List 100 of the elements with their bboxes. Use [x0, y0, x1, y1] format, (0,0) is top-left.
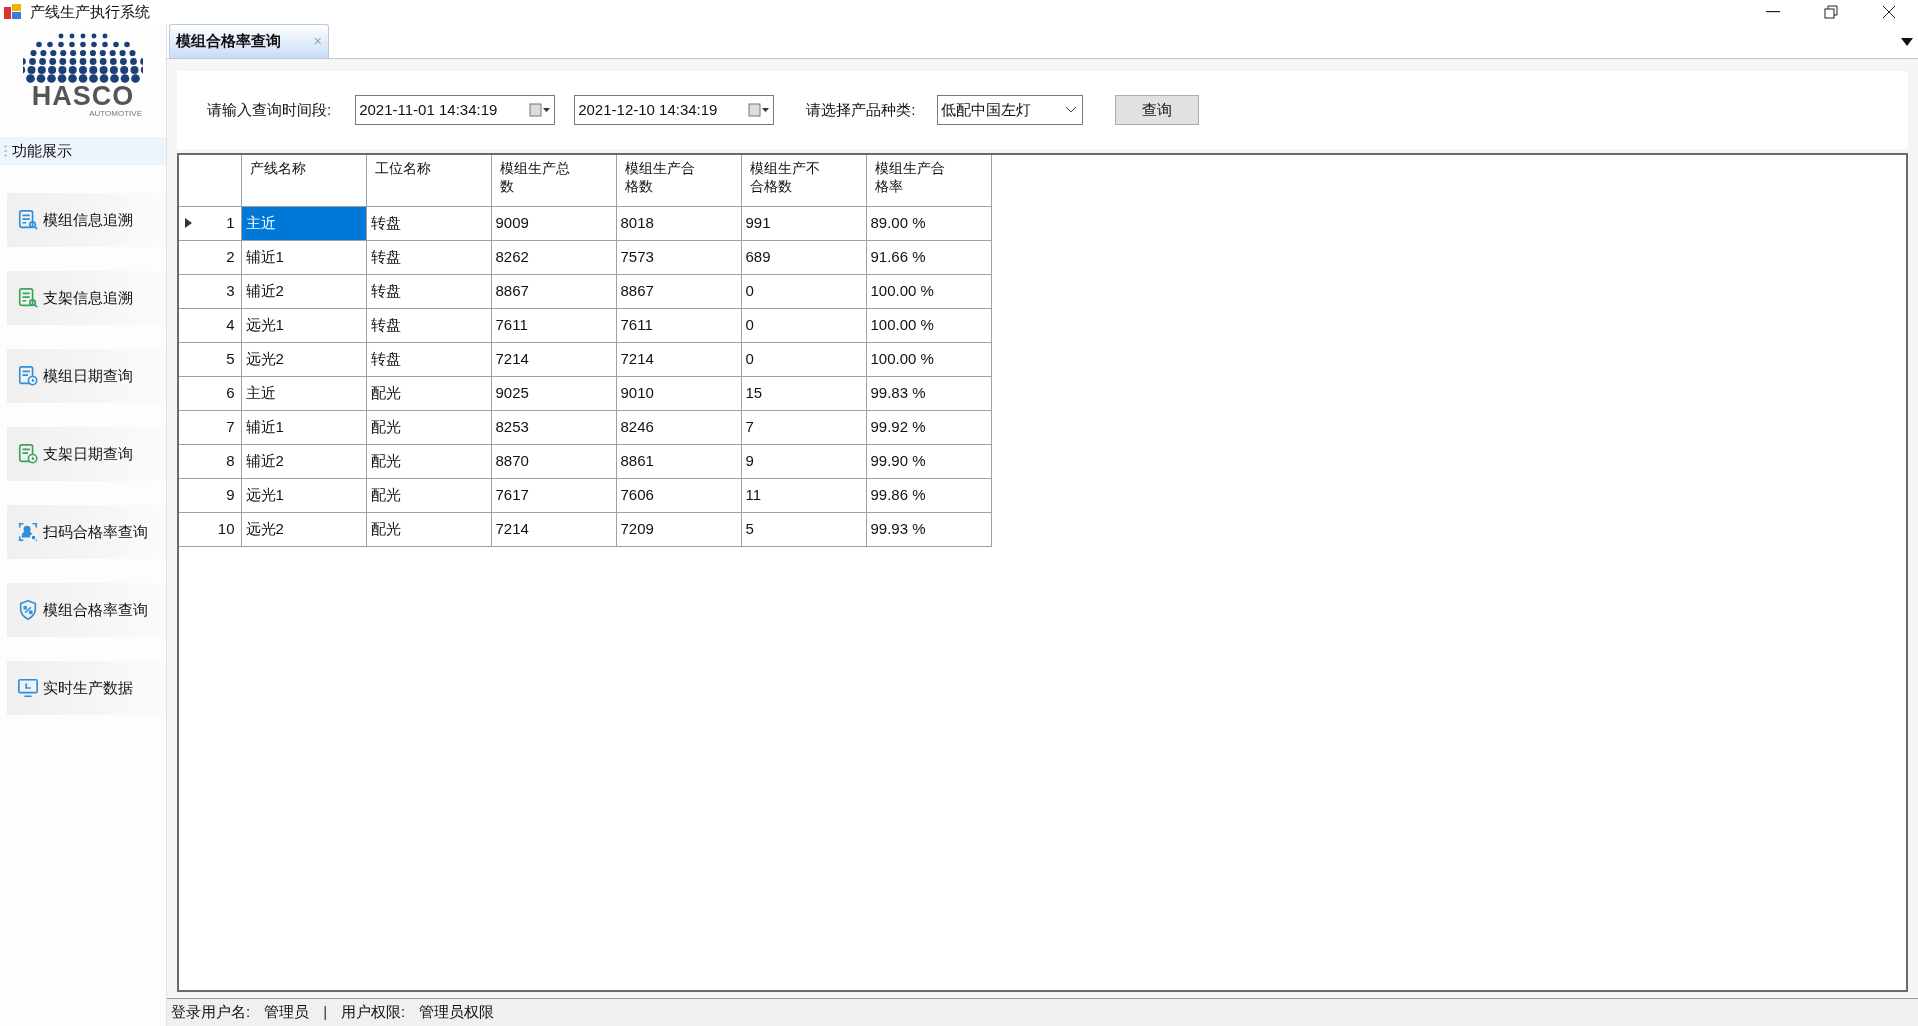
table-cell: 7: [741, 410, 866, 444]
start-date-picker[interactable]: 2021-11-01 14:34:19: [355, 95, 556, 125]
table-cell: 远光1: [241, 308, 366, 342]
minimize-icon: [1766, 11, 1780, 13]
row-header[interactable]: 10: [179, 512, 241, 546]
table-cell: 100.00 %: [866, 308, 991, 342]
chevron-down-icon: [1065, 106, 1078, 114]
calendar-dropdown-icon: [529, 103, 552, 117]
row-header[interactable]: 1: [179, 206, 241, 240]
table-cell: 远光1: [241, 478, 366, 512]
table-cell: 99.83 %: [866, 376, 991, 410]
row-header[interactable]: 4: [179, 308, 241, 342]
table-cell: 689: [741, 240, 866, 274]
table-cell: 99.92 %: [866, 410, 991, 444]
table-cell: 5: [741, 512, 866, 546]
role-label: 用户权限:: [341, 1002, 406, 1023]
row-header[interactable]: 6: [179, 376, 241, 410]
table-cell: 7617: [491, 478, 616, 512]
table-cell: 7209: [616, 512, 741, 546]
current-row-icon: [185, 218, 192, 228]
row-number: 2: [226, 246, 235, 267]
row-number: 4: [226, 314, 235, 335]
table-cell: 15: [741, 376, 866, 410]
document-search-icon: [17, 287, 39, 309]
table-cell: 7214: [491, 342, 616, 376]
row-number: 6: [226, 382, 235, 403]
table-cell: 991: [741, 206, 866, 240]
row-header[interactable]: 9: [179, 478, 241, 512]
table-cell: 转盘: [366, 308, 491, 342]
table-cell: 0: [741, 308, 866, 342]
tab[interactable]: 模组合格率查询 ×: [169, 24, 329, 58]
table-cell: 配光: [366, 478, 491, 512]
table-cell: 7573: [616, 240, 741, 274]
table-cell: 8867: [616, 274, 741, 308]
table-cell: 7611: [491, 308, 616, 342]
table-cell: 配光: [366, 376, 491, 410]
separator-text: |: [323, 1002, 328, 1023]
row-number: 3: [226, 280, 235, 301]
time-range-label: 请输入查询时间段:: [207, 99, 332, 120]
window-title: 产线生产执行系统: [30, 1, 150, 22]
product-type-dropdown[interactable]: 低配中国左灯: [937, 95, 1084, 125]
table-cell: 100.00 %: [866, 342, 991, 376]
table-cell: 辅近1: [241, 410, 366, 444]
column-header[interactable]: 产线名称: [241, 155, 366, 206]
row-header[interactable]: 3: [179, 274, 241, 308]
table-cell: 转盘: [366, 206, 491, 240]
table-cell: 8870: [491, 444, 616, 478]
column-header[interactable]: 工位名称: [366, 155, 491, 206]
end-date-picker[interactable]: 2021-12-10 14:34:19: [574, 95, 775, 125]
shield-percent-icon: [17, 599, 39, 621]
close-icon: [1882, 5, 1896, 19]
table-cell: 7606: [616, 478, 741, 512]
corner-header-cell: [179, 155, 241, 206]
table-cell: 配光: [366, 410, 491, 444]
table-cell: 91.66 %: [866, 240, 991, 274]
table-cell: 8253: [491, 410, 616, 444]
table-cell: 8246: [616, 410, 741, 444]
column-header[interactable]: 模组生产合格数: [616, 155, 741, 206]
query-button[interactable]: 查询: [1115, 95, 1200, 125]
table-cell: 7214: [491, 512, 616, 546]
row-number: 5: [226, 348, 235, 369]
row-header[interactable]: 7: [179, 410, 241, 444]
scan-person-icon: [17, 521, 39, 543]
dropdown-arrow-icon[interactable]: [1901, 38, 1913, 46]
document-search-icon: [17, 209, 39, 231]
table-cell: 辅近2: [241, 444, 366, 478]
table-cell: 远光2: [241, 512, 366, 546]
table-cell: 配光: [366, 444, 491, 478]
table-cell: 9: [741, 444, 866, 478]
row-header[interactable]: 8: [179, 444, 241, 478]
table-cell: 0: [741, 342, 866, 376]
table-cell: 11: [741, 478, 866, 512]
column-header[interactable]: 模组生产合格率: [866, 155, 991, 206]
row-header[interactable]: 2: [179, 240, 241, 274]
monitor-icon: [17, 677, 39, 699]
user-name: 管理员: [264, 1002, 310, 1023]
table-cell: 7611: [616, 308, 741, 342]
column-header[interactable]: 模组生产不合格数: [741, 155, 866, 206]
calendar-dropdown-icon: [748, 103, 771, 117]
table-cell: 89.00 %: [866, 206, 991, 240]
table-cell: 辅近1: [241, 240, 366, 274]
table-cell: 8262: [491, 240, 616, 274]
logo-wordmark: HASCO: [31, 83, 135, 109]
table-cell: 配光: [366, 512, 491, 546]
row-number: 9: [226, 484, 235, 505]
row-number: 8: [226, 450, 235, 471]
table-cell: 9010: [616, 376, 741, 410]
table-cell: 8861: [616, 444, 741, 478]
column-header[interactable]: 模组生产总数: [491, 155, 616, 206]
table-cell: 转盘: [366, 240, 491, 274]
row-number: 7: [226, 416, 235, 437]
table-cell: 99.93 %: [866, 512, 991, 546]
section-title: 功能展示: [12, 140, 72, 161]
role-name: 管理员权限: [419, 1002, 495, 1023]
app-icon: [4, 4, 22, 20]
table-cell: 转盘: [366, 274, 491, 308]
table-cell: 8867: [491, 274, 616, 308]
logo-tagline: AUTOMOTIVE: [89, 109, 142, 119]
row-header[interactable]: 5: [179, 342, 241, 376]
table-cell: 辅近2: [241, 274, 366, 308]
